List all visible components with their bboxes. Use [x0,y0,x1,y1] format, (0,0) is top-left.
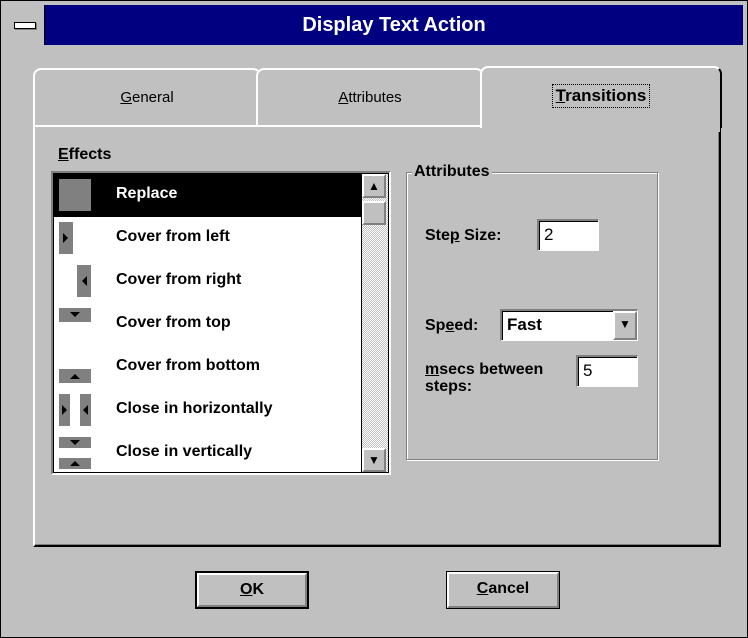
effect-label: Close in horizontally [116,400,273,417]
system-menu-icon [14,22,36,29]
tab-general[interactable]: General [33,68,261,126]
effect-list-item[interactable]: Cover from right [54,260,367,303]
system-menu-button[interactable] [5,5,45,45]
cover-bottom-icon [57,349,93,385]
msecs-label: msecs between steps: [425,361,544,395]
tab-transitions-label: Transitions [551,84,651,108]
cancel-button[interactable]: Cancel [446,571,560,609]
effect-label: Cover from top [116,314,231,331]
effects-label: Effects [58,146,112,163]
effect-label: Cover from right [116,271,242,288]
effects-scrollbar[interactable]: ▲ ▼ [361,174,388,472]
effect-label: Cover from bottom [116,357,260,374]
scroll-down-button[interactable]: ▼ [362,448,386,472]
close-horizontal-icon [57,392,93,428]
tab-attributes-label: Attributes [338,89,402,106]
replace-icon [57,177,93,213]
effect-label: Replace [116,185,178,202]
msecs-input[interactable]: 5 [576,355,638,387]
effect-list-item[interactable]: Cover from left [54,217,367,260]
speed-dropdown[interactable]: Fast ▼ [500,309,638,341]
window-title: Display Text Action [302,14,486,36]
effect-list-item[interactable]: Close in horizontally [54,389,367,432]
effect-list-item[interactable]: Replace [54,174,367,217]
effects-listbox[interactable]: Replace Cover from left Cover from right Co… [51,171,391,475]
cover-top-icon [57,306,93,342]
ok-button[interactable]: OK [195,571,309,609]
close-vertical-icon [57,435,93,471]
title-bar: Display Text Action [5,5,743,45]
effect-label: Cover from left [116,228,230,245]
step-size-input[interactable]: 2 [537,219,599,251]
tab-transitions[interactable]: Transitions [480,66,722,132]
cover-right-icon [57,263,93,299]
scroll-thumb[interactable] [362,201,386,225]
dropdown-arrow-icon[interactable]: ▼ [613,311,637,340]
effect-list-item[interactable]: Close in vertically [54,432,367,475]
attributes-group-title: Attributes [412,163,492,181]
speed-label: Speed: [425,317,479,334]
cover-left-icon [57,220,93,256]
tab-general-label: General [120,89,174,106]
effect-list-item[interactable]: Cover from bottom [54,346,367,389]
effect-label: Close in vertically [116,443,253,460]
scroll-up-button[interactable]: ▲ [362,174,386,198]
effect-list-item[interactable]: Cover from top [54,303,367,346]
step-size-label: Step Size: [425,227,502,244]
tab-attributes[interactable]: Attributes [256,68,484,126]
